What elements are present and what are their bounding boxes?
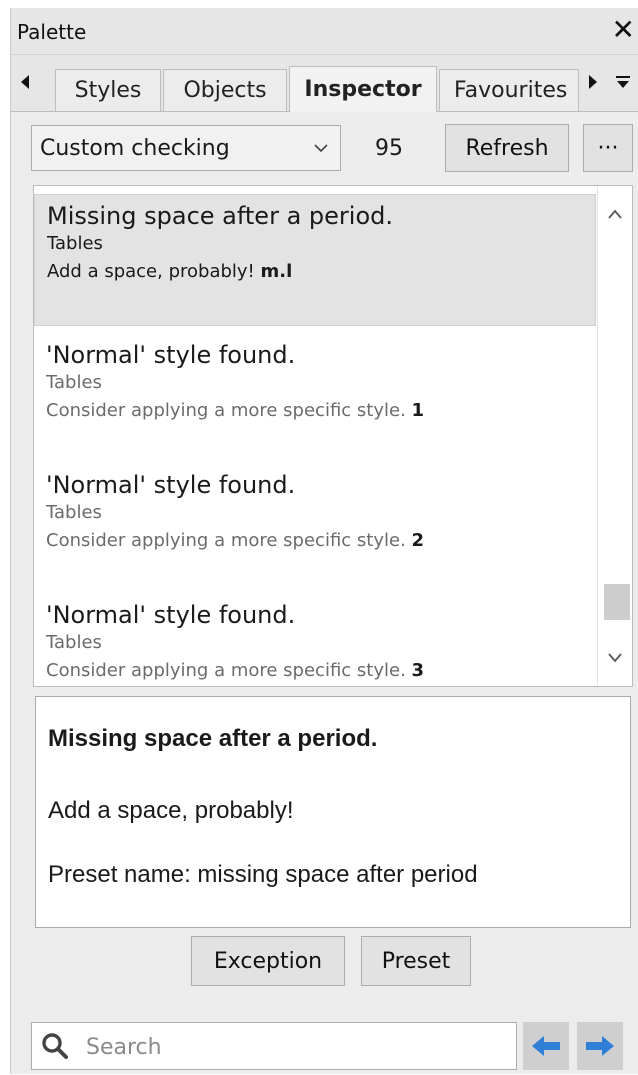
item-category: Tables [46, 372, 102, 393]
search-input[interactable] [84, 1029, 508, 1065]
dropdown-value: Custom checking [40, 135, 230, 161]
menu-down-icon[interactable] [615, 73, 631, 96]
item-category: Tables [46, 502, 102, 523]
item-hint: Consider applying a more specific style.… [46, 530, 425, 551]
issue-count: 95 [375, 136, 403, 161]
detail-preset: Preset name: missing space after period [48, 861, 478, 888]
list-scrollbar[interactable] [597, 186, 632, 686]
window-title: Palette [17, 20, 87, 44]
list-item[interactable]: 'Normal' style found. Tables Consider ap… [34, 470, 596, 590]
forward-arrow-icon[interactable] [577, 1022, 623, 1070]
left-arrow-icon[interactable] [19, 73, 31, 96]
tab-favourites[interactable]: Favourites [439, 69, 579, 111]
chevron-down-icon [312, 136, 330, 166]
item-title: Missing space after a period. [47, 202, 393, 230]
item-hint: Consider applying a more specific style.… [46, 400, 425, 421]
title-bar: Palette ✕ [11, 8, 638, 55]
item-category: Tables [46, 632, 102, 653]
issue-detail: Missing space after a period. Add a spac… [35, 696, 631, 928]
back-arrow-icon[interactable] [523, 1022, 569, 1070]
issue-list[interactable]: Missing space after a period. Tables Add… [33, 185, 633, 687]
item-hint: Add a space, probably! m.l [47, 261, 293, 282]
right-arrow-icon[interactable] [587, 73, 599, 96]
item-title: 'Normal' style found. [46, 601, 296, 629]
close-icon[interactable]: ✕ [612, 14, 635, 46]
search-box[interactable] [31, 1022, 517, 1070]
tab-styles[interactable]: Styles [55, 69, 161, 111]
search-icon [40, 1031, 70, 1065]
detail-title: Missing space after a period. [48, 725, 378, 752]
detail-message: Add a space, probably! [48, 797, 294, 824]
tab-bar: Styles Objects Inspector Favourites [11, 55, 638, 112]
item-category: Tables [47, 233, 103, 254]
more-options-button[interactable]: ··· [583, 124, 633, 172]
preset-button[interactable]: Preset [361, 936, 471, 986]
checking-mode-dropdown[interactable]: Custom checking [31, 125, 341, 171]
scroll-thumb[interactable] [604, 584, 630, 620]
item-hint: Consider applying a more specific style.… [46, 660, 425, 681]
chevron-up-icon[interactable] [607, 206, 623, 225]
list-item[interactable]: 'Normal' style found. Tables Consider ap… [34, 600, 596, 686]
item-title: 'Normal' style found. [46, 341, 296, 369]
tab-objects[interactable]: Objects [163, 69, 287, 111]
list-item[interactable]: 'Normal' style found. Tables Consider ap… [34, 340, 596, 460]
item-title: 'Normal' style found. [46, 471, 296, 499]
refresh-button[interactable]: Refresh [445, 124, 569, 172]
exception-button[interactable]: Exception [191, 936, 345, 986]
list-item[interactable]: Missing space after a period. Tables Add… [34, 194, 596, 326]
tab-inspector[interactable]: Inspector [289, 66, 437, 112]
chevron-down-icon[interactable] [607, 650, 623, 669]
palette-panel: Palette ✕ Styles Objects Inspector Favou… [10, 8, 638, 1074]
